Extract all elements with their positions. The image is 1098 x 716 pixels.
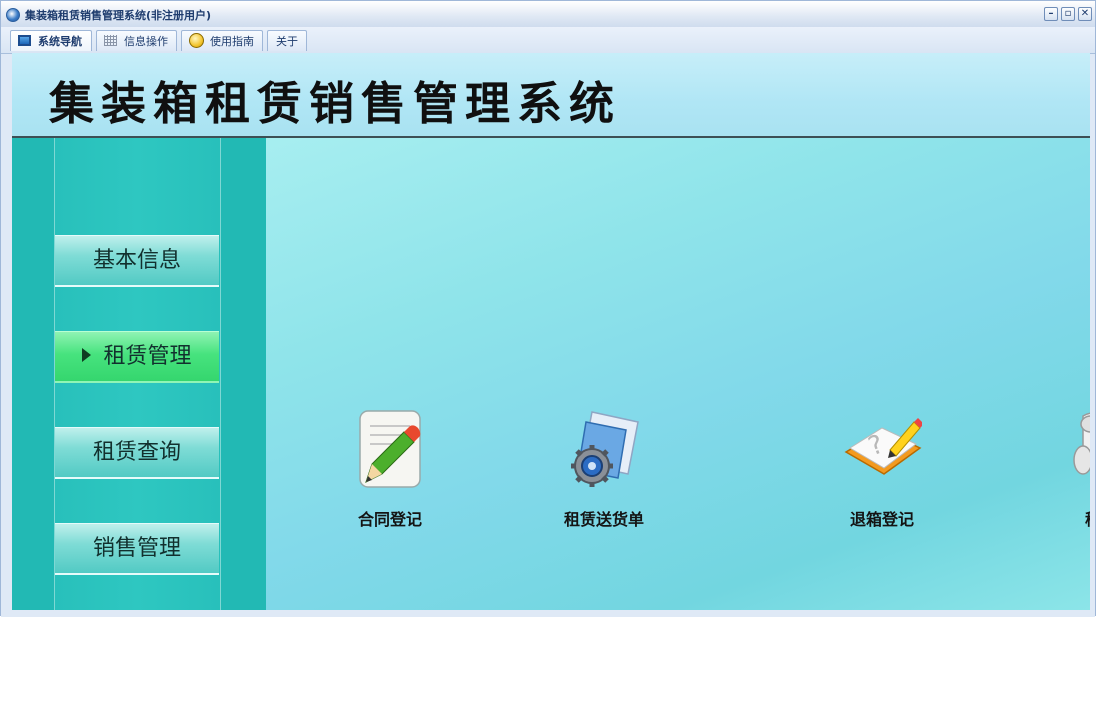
sidebar-item-label: 销售管理 (92, 536, 181, 561)
minimize-button[interactable]: – (1044, 7, 1058, 21)
window-bottom-border (1, 610, 1095, 617)
close-button[interactable]: ✕ (1078, 7, 1092, 21)
app-logo-icon (6, 8, 20, 22)
tab-label: 使用指南 (210, 35, 254, 48)
banner-header: 集装箱租赁销售管理系统 (12, 53, 1090, 138)
title-bar[interactable]: 集装箱租赁销售管理系统(非注册用户) – ▫ ✕ (1, 1, 1095, 27)
tab-user-guide[interactable]: 使用指南 (181, 30, 263, 51)
system-title: 集装箱租赁销售管理系统 (49, 77, 622, 130)
return-book-icon: ? (844, 418, 922, 475)
tab-label: 系统导航 (38, 35, 82, 48)
sidebar-item-label: 租赁管理 (103, 344, 192, 369)
tab-system-nav[interactable]: 系统导航 (10, 30, 92, 51)
scroll-move-icon (1073, 412, 1090, 475)
tab-info-ops[interactable]: 信息操作 (96, 30, 177, 51)
function-label: 退箱登记 (849, 510, 914, 529)
contract-register-button[interactable]: 合同登记 (325, 408, 455, 529)
sidebar-item-label: 基本信息 (92, 248, 181, 273)
rental-delivery-note-button[interactable]: 租赁送货单 (539, 408, 669, 529)
tab-label: 信息操作 (124, 35, 168, 48)
sidebar-item-rental-query[interactable]: 租赁查询 (55, 427, 219, 479)
grid-icon (104, 35, 117, 46)
contract-pencil-icon (359, 410, 421, 488)
main-panel: 合同登记 租赁送货单 ? 退箱登记 (266, 138, 1090, 610)
sidebar: 基本信息 租赁管理 租赁查询 销售管理 (12, 138, 266, 610)
tab-label: 关于 (276, 35, 298, 48)
help-circle-icon (189, 33, 204, 48)
sidebar-item-label: 租赁查询 (92, 440, 181, 465)
content-area: 集装箱租赁销售管理系统 基本信息 租赁管理 租赁查询 销售管理 合同登记 租赁送… (12, 53, 1090, 610)
tab-bar: 系统导航 信息操作 使用指南 关于 (1, 27, 1095, 54)
sidebar-item-sales-management[interactable]: 销售管理 (55, 523, 219, 575)
tab-about[interactable]: 关于 (267, 30, 307, 51)
function-label: 合同登记 (357, 510, 422, 529)
move-container-button[interactable]: 移箱 (1036, 408, 1090, 530)
sidebar-item-rental-management[interactable]: 租赁管理 (55, 331, 219, 383)
restore-button[interactable]: ▫ (1061, 7, 1075, 21)
return-container-register-button[interactable]: ? 退箱登记 (817, 408, 947, 529)
monitor-icon (18, 35, 31, 46)
function-label: 移箱 (1036, 506, 1090, 530)
delivery-gear-doc-icon (571, 411, 639, 487)
app-window: 集装箱租赁销售管理系统(非注册用户) – ▫ ✕ 系统导航 信息操作 使用指南 … (0, 0, 1096, 617)
function-label: 租赁送货单 (563, 510, 644, 529)
window-title: 集装箱租赁销售管理系统(非注册用户) (25, 9, 212, 22)
arrow-right-icon (82, 348, 92, 362)
sidebar-item-basic-info[interactable]: 基本信息 (55, 235, 219, 287)
